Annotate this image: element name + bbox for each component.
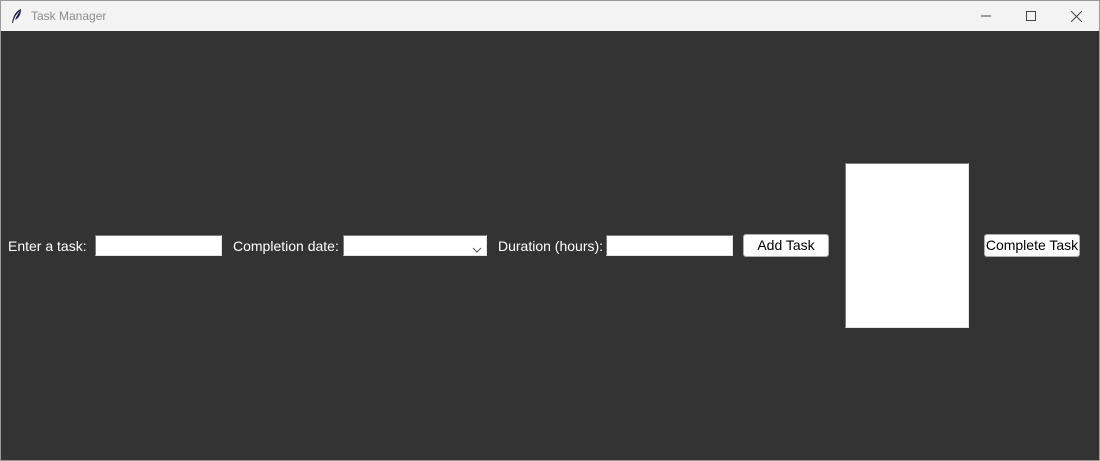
feather-icon bbox=[10, 8, 24, 24]
minimize-button[interactable] bbox=[963, 1, 1009, 31]
completion-date-label: Completion date: bbox=[233, 238, 339, 254]
task-label: Enter a task: bbox=[8, 238, 87, 254]
add-task-button[interactable]: Add Task bbox=[743, 234, 829, 257]
title-bar[interactable]: Task Manager bbox=[1, 1, 1099, 31]
maximize-icon bbox=[1026, 11, 1036, 21]
close-button[interactable] bbox=[1053, 1, 1099, 31]
duration-label: Duration (hours): bbox=[498, 238, 604, 254]
chevron-down-icon[interactable] bbox=[472, 241, 482, 253]
task-listbox[interactable] bbox=[845, 163, 969, 328]
main-panel: Enter a task: Completion date: Duration … bbox=[1, 31, 1099, 460]
app-window: Task Manager Enter a task: Completion da… bbox=[0, 0, 1100, 461]
window-title: Task Manager bbox=[31, 9, 107, 23]
minimize-icon bbox=[981, 15, 991, 17]
complete-task-button[interactable]: Complete Task bbox=[984, 234, 1080, 257]
duration-input[interactable] bbox=[606, 235, 733, 256]
maximize-button[interactable] bbox=[1008, 1, 1054, 31]
task-input[interactable] bbox=[95, 235, 222, 256]
close-icon bbox=[1070, 10, 1082, 22]
completion-date-combobox[interactable] bbox=[343, 235, 487, 256]
